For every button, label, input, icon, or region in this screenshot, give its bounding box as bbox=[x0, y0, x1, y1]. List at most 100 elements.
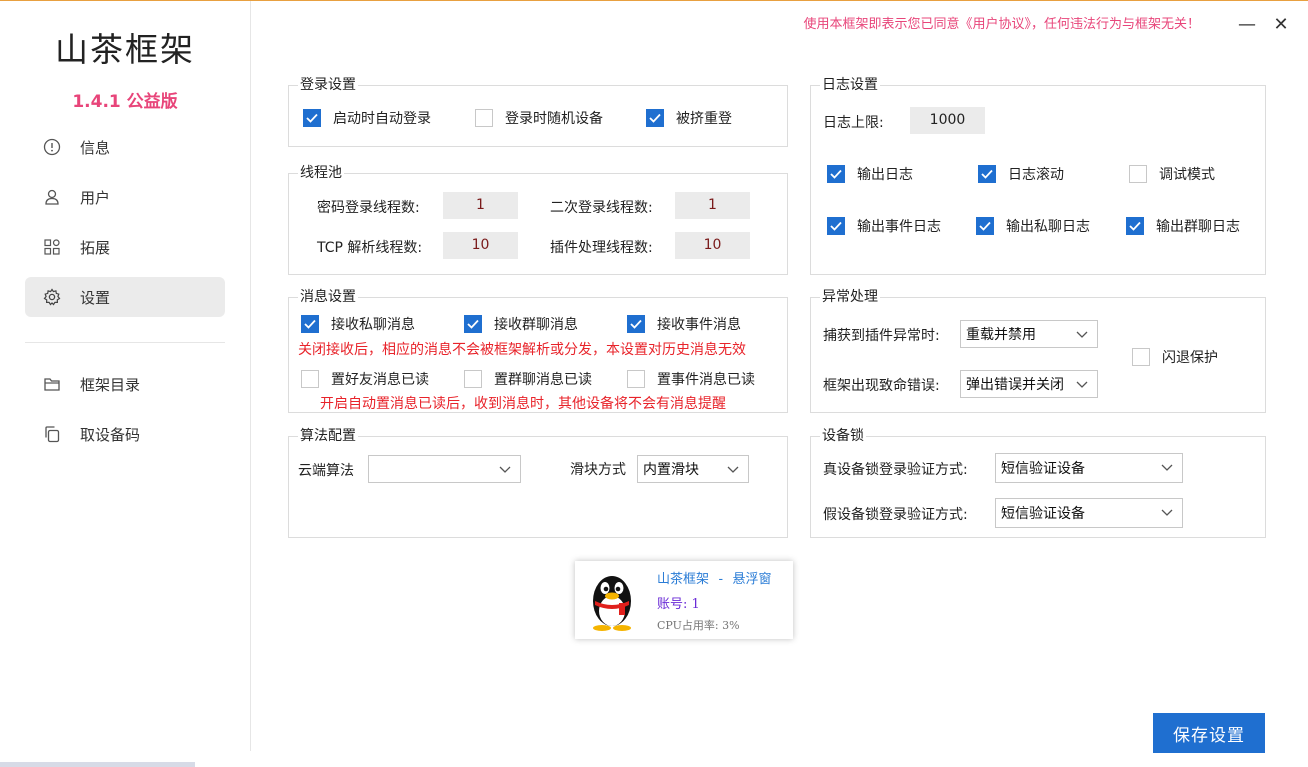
sidebar-item-directory[interactable]: 框架目录 bbox=[25, 364, 225, 404]
checkbox-label: 调试模式 bbox=[1159, 167, 1215, 183]
exception-group: 异常处理 捕获到插件异常时: 重载并禁用 框架出现致命错误: 弹出错误并关闭 闪… bbox=[810, 289, 1266, 413]
group-title: 设备锁 bbox=[820, 428, 866, 444]
receive-private-checkbox[interactable]: 接收私聊消息 bbox=[301, 314, 415, 334]
main-window: 山茶框架 1.4.1 公益版 信息 用户 拓展 设置 框架目录 取设备码 使用本… bbox=[0, 0, 1308, 767]
checkbox-box[interactable] bbox=[827, 217, 845, 235]
checkbox-box[interactable] bbox=[627, 315, 645, 333]
plugin-exception-select[interactable]: 重载并禁用 bbox=[960, 320, 1098, 348]
checkbox-label: 置好友消息已读 bbox=[331, 372, 429, 388]
checkbox-label: 启动时自动登录 bbox=[333, 111, 431, 127]
floating-account: 账号: 1 bbox=[657, 597, 700, 612]
sidebar: 山茶框架 1.4.1 公益版 信息 用户 拓展 设置 框架目录 取设备码 bbox=[0, 1, 250, 767]
relogin-checkbox[interactable]: 被挤重登 bbox=[646, 108, 732, 128]
sidebar-item-label: 设置 bbox=[80, 288, 111, 307]
select-value: 内置滑块 bbox=[643, 462, 699, 478]
checkbox-label: 闪退保护 bbox=[1162, 350, 1218, 366]
checkbox-box[interactable] bbox=[464, 370, 482, 388]
checkbox-box[interactable] bbox=[976, 217, 994, 235]
chevron-down-icon bbox=[499, 466, 511, 473]
user-icon bbox=[42, 187, 62, 207]
select-value: 弹出错误并关闭 bbox=[966, 377, 1064, 393]
sidebar-item-label: 框架目录 bbox=[80, 375, 141, 394]
checkbox-box[interactable] bbox=[301, 315, 319, 333]
floating-window-card[interactable]: 山茶框架 - 悬浮窗 账号: 1 CPU占用率: 3% bbox=[575, 561, 793, 639]
checkbox-box[interactable] bbox=[1129, 165, 1147, 183]
checkbox-label: 置事件消息已读 bbox=[657, 372, 755, 388]
real-lock-label: 真设备锁登录验证方式: bbox=[823, 462, 968, 478]
log-limit-input[interactable]: 1000 bbox=[910, 107, 985, 134]
output-log-checkbox[interactable]: 输出日志 bbox=[827, 164, 913, 184]
read-friend-checkbox[interactable]: 置好友消息已读 bbox=[301, 369, 429, 389]
sidebar-divider bbox=[25, 342, 225, 343]
checkbox-label: 输出事件日志 bbox=[857, 219, 941, 235]
folder-icon bbox=[42, 374, 62, 394]
minimize-button[interactable]: — bbox=[1232, 11, 1262, 37]
fake-lock-select[interactable]: 短信验证设备 bbox=[995, 498, 1183, 528]
sidebar-item-label: 拓展 bbox=[80, 238, 111, 257]
message-settings-group: 消息设置 接收私聊消息 接收群聊消息 接收事件消息 关闭接收后，相应的消息不会被… bbox=[288, 289, 788, 413]
tcp-thread-input[interactable]: 10 bbox=[443, 232, 518, 259]
chevron-down-icon bbox=[1161, 509, 1173, 516]
cloud-algorithm-select[interactable] bbox=[368, 455, 521, 483]
checkbox-box[interactable] bbox=[303, 109, 321, 127]
sidebar-item-label: 信息 bbox=[80, 138, 111, 157]
debug-mode-checkbox[interactable]: 调试模式 bbox=[1129, 164, 1215, 184]
save-settings-button[interactable]: 保存设置 bbox=[1153, 713, 1265, 753]
checkbox-box[interactable] bbox=[827, 165, 845, 183]
sidebar-item-device-code[interactable]: 取设备码 bbox=[25, 414, 225, 454]
event-log-checkbox[interactable]: 输出事件日志 bbox=[827, 216, 941, 236]
checkbox-label: 接收私聊消息 bbox=[331, 317, 415, 333]
close-button[interactable]: ✕ bbox=[1266, 11, 1296, 37]
log-scroll-checkbox[interactable]: 日志滚动 bbox=[978, 164, 1064, 184]
penguin-logo-icon bbox=[593, 576, 631, 631]
receive-event-checkbox[interactable]: 接收事件消息 bbox=[627, 314, 741, 334]
group-title: 线程池 bbox=[298, 165, 344, 181]
fatal-error-select[interactable]: 弹出错误并关闭 bbox=[960, 370, 1098, 398]
group-title: 登录设置 bbox=[298, 77, 358, 93]
checkbox-box[interactable] bbox=[475, 109, 493, 127]
crash-protect-checkbox[interactable]: 闪退保护 bbox=[1132, 347, 1218, 367]
copy-icon bbox=[42, 424, 62, 444]
plugin-thread-input[interactable]: 10 bbox=[675, 232, 750, 259]
checkbox-label: 接收群聊消息 bbox=[494, 317, 578, 333]
second-login-thread-label: 二次登录线程数: bbox=[550, 200, 653, 216]
plugin-exception-label: 捕获到插件异常时: bbox=[823, 328, 940, 344]
random-device-checkbox[interactable]: 登录时随机设备 bbox=[475, 108, 603, 128]
app-title: 山茶框架 bbox=[55, 30, 195, 69]
read-group-checkbox[interactable]: 置群聊消息已读 bbox=[464, 369, 592, 389]
checkbox-label: 登录时随机设备 bbox=[505, 111, 603, 127]
chevron-down-icon bbox=[1076, 381, 1088, 388]
checkbox-box[interactable] bbox=[464, 315, 482, 333]
read-event-checkbox[interactable]: 置事件消息已读 bbox=[627, 369, 755, 389]
sidebar-item-settings[interactable]: 设置 bbox=[25, 277, 225, 317]
checkbox-box[interactable] bbox=[301, 370, 319, 388]
info-circle-icon bbox=[42, 137, 62, 157]
second-login-thread-input[interactable]: 1 bbox=[675, 192, 750, 219]
gear-icon bbox=[42, 287, 62, 307]
receive-group-checkbox[interactable]: 接收群聊消息 bbox=[464, 314, 578, 334]
login-settings-group: 登录设置 启动时自动登录 登录时随机设备 被挤重登 bbox=[288, 77, 788, 147]
sidebar-item-user[interactable]: 用户 bbox=[25, 177, 225, 217]
app-version: 1.4.1 公益版 bbox=[72, 92, 178, 112]
auto-login-checkbox[interactable]: 启动时自动登录 bbox=[303, 108, 431, 128]
sidebar-item-label: 取设备码 bbox=[80, 425, 141, 444]
checkbox-box[interactable] bbox=[627, 370, 645, 388]
private-log-checkbox[interactable]: 输出私聊日志 bbox=[976, 216, 1090, 236]
group-log-checkbox[interactable]: 输出群聊日志 bbox=[1126, 216, 1240, 236]
chevron-down-icon bbox=[1076, 331, 1088, 338]
group-title: 算法配置 bbox=[298, 428, 358, 444]
pwd-login-thread-input[interactable]: 1 bbox=[443, 192, 518, 219]
real-lock-select[interactable]: 短信验证设备 bbox=[995, 453, 1183, 483]
slider-method-select[interactable]: 内置滑块 bbox=[637, 455, 749, 483]
receive-warning: 关闭接收后，相应的消息不会被框架解析或分发，本设置对历史消息无效 bbox=[298, 342, 746, 358]
select-value: 重载并禁用 bbox=[966, 327, 1036, 343]
sidebar-item-extend[interactable]: 拓展 bbox=[25, 227, 225, 267]
grid-icon bbox=[42, 237, 62, 257]
checkbox-box[interactable] bbox=[1126, 217, 1144, 235]
checkbox-box[interactable] bbox=[1132, 348, 1150, 366]
checkbox-box[interactable] bbox=[978, 165, 996, 183]
floating-title: 山茶框架 - 悬浮窗 bbox=[657, 572, 772, 587]
log-limit-label: 日志上限: bbox=[823, 115, 884, 131]
sidebar-item-info[interactable]: 信息 bbox=[25, 127, 225, 167]
checkbox-box[interactable] bbox=[646, 109, 664, 127]
